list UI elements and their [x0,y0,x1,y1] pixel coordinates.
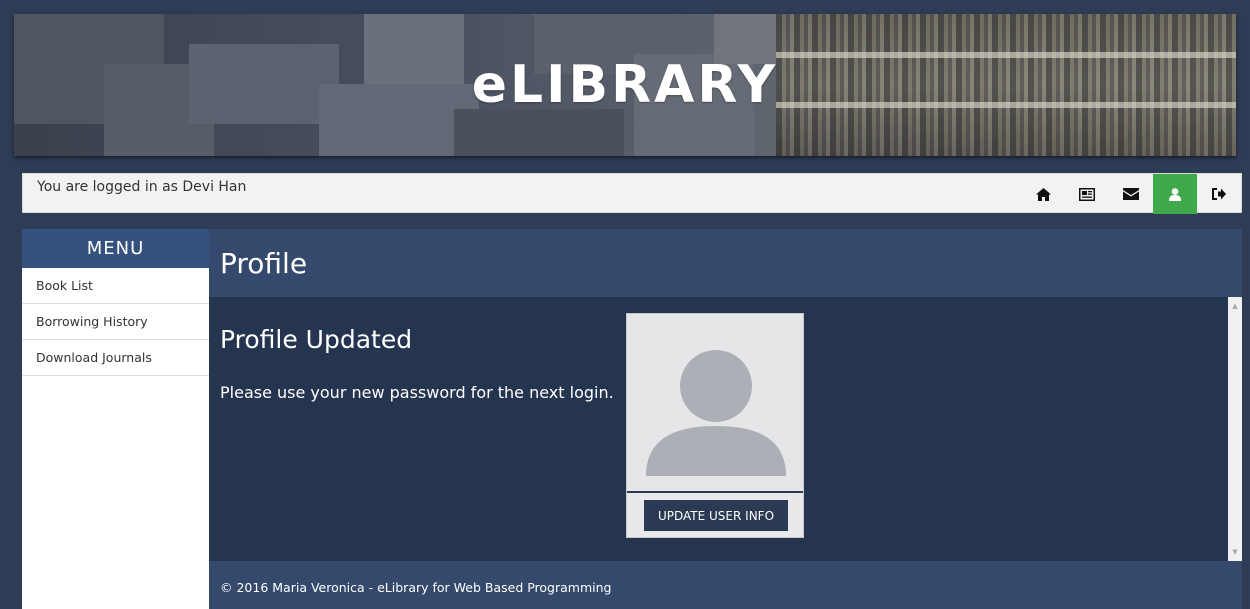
scroll-up-arrow-icon[interactable]: ▲ [1228,299,1242,313]
logged-in-text: You are logged in as Devi Han [37,179,247,195]
user-icon[interactable] [1153,174,1197,214]
footer: © 2016 Maria Veronica - eLibrary for Web… [209,561,1242,609]
sidebar-item-download-journals[interactable]: Download Journals [22,340,209,376]
sidebar-item-borrowing-history[interactable]: Borrowing History [22,304,209,340]
site-title: eLIBRARY [471,55,779,115]
sidebar: MENU Book List Borrowing History Downloa… [22,229,209,609]
footer-text: © 2016 Maria Veronica - eLibrary for Web… [220,580,612,595]
status-message: Please use your new password for the nex… [220,383,614,402]
mail-icon[interactable] [1109,174,1153,214]
main-header: Profile [209,229,1242,297]
scroll-down-arrow-icon[interactable]: ▼ [1228,545,1242,559]
sidebar-item-book-list[interactable]: Book List [22,268,209,304]
top-nav [1021,174,1241,214]
content-scrollbar[interactable]: ▲ ▼ [1228,297,1242,561]
avatar-placeholder-icon [646,350,786,476]
page-title: Profile [220,247,308,280]
card-divider [627,491,803,493]
menu-heading: MENU [22,229,209,268]
catalog-icon[interactable] [1065,174,1109,214]
home-icon[interactable] [1021,174,1065,214]
profile-card: UPDATE USER INFO [626,313,804,538]
login-bar: You are logged in as Devi Han [22,173,1242,214]
site-banner: eLIBRARY [14,14,1236,156]
status-heading: Profile Updated [220,325,413,354]
update-user-info-button[interactable]: UPDATE USER INFO [644,500,788,531]
logout-icon[interactable] [1197,174,1241,214]
avatar [627,314,803,490]
